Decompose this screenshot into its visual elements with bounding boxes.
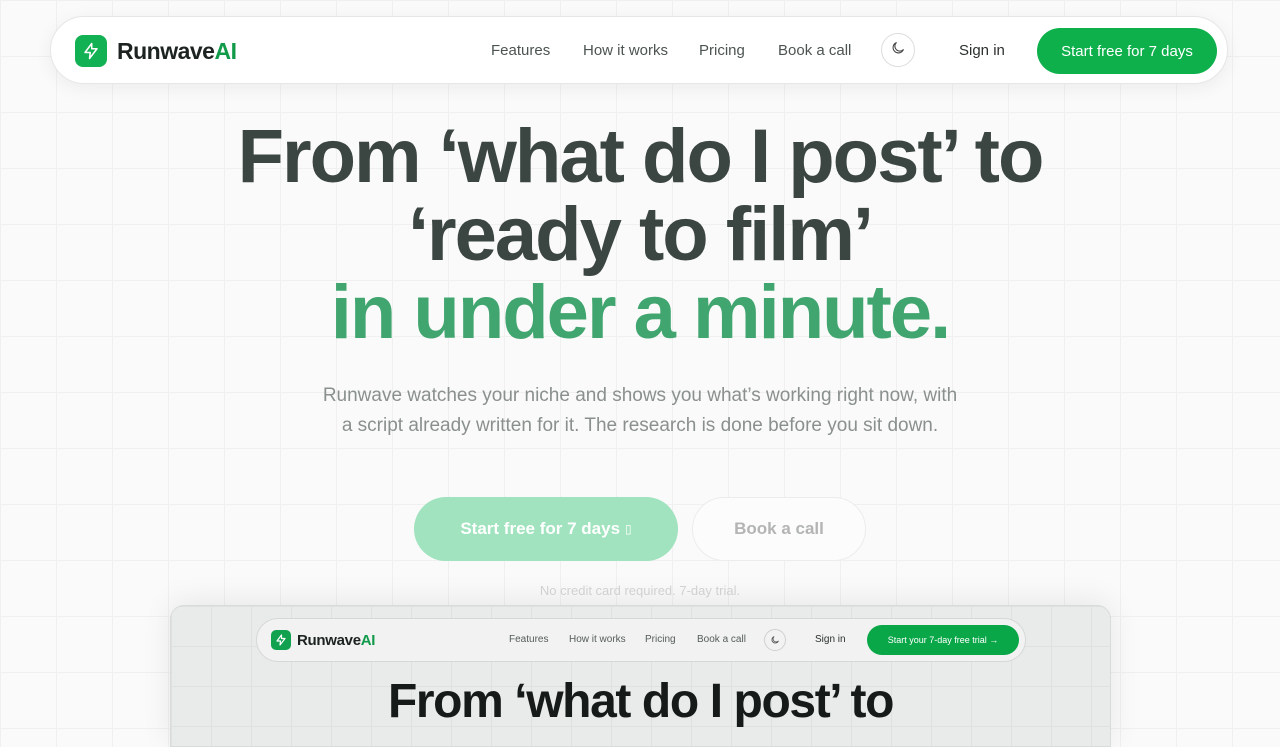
nav-link-how-it-works[interactable]: How it works <box>583 42 668 59</box>
preview-brand-suffix: AI <box>360 631 376 649</box>
hero-title: From ‘what do I post’ to ‘ready to film’… <box>0 118 1280 352</box>
preview-nav-link-how-it-works: How it works <box>569 634 626 645</box>
preview-nav-link-pricing: Pricing <box>645 634 676 645</box>
logo-text: RunwaveAI <box>117 37 237 65</box>
nav-link-book-a-call[interactable]: Book a call <box>778 42 851 59</box>
hero-start-free-label: Start free for 7 days <box>460 519 621 538</box>
start-free-button[interactable]: Start free for 7 days <box>1037 28 1217 74</box>
signin-link[interactable]: Sign in <box>959 42 1005 59</box>
hero-subtitle: Runwave watches your niche and shows you… <box>322 385 958 436</box>
lightning-icon <box>75 35 107 67</box>
hero-start-free-button[interactable]: Start free for 7 days ▯ <box>414 497 678 561</box>
brand-name: Runwave <box>117 37 215 64</box>
preview-nav: RunwaveAI Features How it works Pricing … <box>256 618 1026 662</box>
moon-icon <box>890 40 906 61</box>
preview-logo-text: RunwaveAI <box>297 632 375 649</box>
hero-title-line-2: ‘ready to film’ <box>407 192 874 277</box>
preview-moon-icon <box>764 629 786 651</box>
theme-toggle-button[interactable] <box>881 33 915 67</box>
preview-logo: RunwaveAI <box>271 630 375 650</box>
hero-title-line-1: From ‘what do I post’ to <box>237 114 1045 199</box>
logo[interactable]: RunwaveAI <box>75 35 237 67</box>
preview-nav-link-book-a-call: Book a call <box>697 634 746 645</box>
product-preview: RunwaveAI Features How it works Pricing … <box>170 605 1111 747</box>
calendar-icon: ▯ <box>625 522 632 536</box>
preview-cta-button: Start your 7-day free trial → <box>867 625 1019 655</box>
nav-link-features[interactable]: Features <box>491 42 550 59</box>
preview-brand-name: Runwave <box>297 631 361 649</box>
hero-title-line-3: in under a minute. <box>330 270 952 355</box>
preview-lightning-icon <box>271 630 291 650</box>
top-nav: RunwaveAI Features How it works Pricing … <box>50 16 1228 84</box>
nav-link-pricing[interactable]: Pricing <box>699 42 745 59</box>
hero-note: No credit card required. 7-day trial. <box>539 583 741 598</box>
preview-nav-link-features: Features <box>509 634 549 645</box>
preview-title: From ‘what do I post’ to <box>387 675 894 728</box>
brand-suffix: AI <box>214 37 237 64</box>
preview-signin: Sign in <box>815 634 846 645</box>
hero-book-call-button[interactable]: Book a call <box>692 497 866 561</box>
